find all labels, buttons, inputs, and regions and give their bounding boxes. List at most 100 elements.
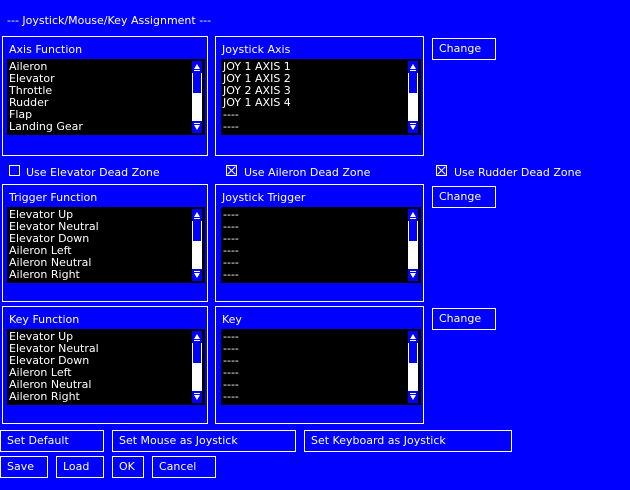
joystick-trigger-item[interactable]: ----	[223, 221, 405, 233]
scroll-up-arrow[interactable]	[192, 61, 202, 73]
joystick-axis-item[interactable]: JOY 1 AXIS 4	[223, 97, 405, 109]
key-item[interactable]: ----	[223, 379, 405, 391]
arrow-up-base-icon	[194, 218, 200, 219]
key-item[interactable]: ----	[223, 391, 405, 403]
joystick-trigger-panel: Joystick Trigger ---- ---- ---- ---- ---- ---…	[215, 184, 424, 302]
trigger-function-scrollbar[interactable]	[192, 209, 202, 281]
arrow-down-icon	[194, 395, 200, 400]
axis-function-scrollbar[interactable]	[192, 61, 202, 133]
scroll-up-arrow[interactable]	[192, 209, 202, 221]
scroll-down-arrow[interactable]	[192, 269, 202, 281]
arrow-down-icon	[410, 125, 416, 130]
arrow-up-base-icon	[410, 340, 416, 341]
arrow-down-icon	[410, 273, 416, 278]
axis-function-panel: Axis Function Aileron Elevator Throttle Rud…	[2, 36, 208, 156]
arrow-down-icon	[194, 125, 200, 130]
rudder-deadzone-checkbox[interactable]	[436, 165, 447, 176]
scroll-thumb[interactable]	[409, 221, 417, 241]
load-button[interactable]: Load	[56, 456, 104, 478]
axis-function-item[interactable]: Rudder	[9, 97, 189, 109]
trigger-change-button[interactable]: Change	[432, 186, 496, 208]
arrow-down-base-icon	[410, 271, 416, 272]
trigger-function-panel: Trigger Function Elevator Up Elevator Neu…	[2, 184, 208, 302]
scroll-up-arrow[interactable]	[192, 331, 202, 343]
set-default-button[interactable]: Set Default	[0, 430, 104, 452]
arrow-down-base-icon	[194, 271, 200, 272]
arrow-up-icon	[194, 334, 200, 339]
key-function-panel: Key Function Elevator Up Elevator Neutral…	[2, 306, 208, 424]
scroll-thumb[interactable]	[193, 343, 201, 363]
key-function-item[interactable]: Aileron Right	[9, 391, 189, 403]
set-keyboard-joystick-button[interactable]: Set Keyboard as Joystick	[304, 430, 512, 452]
joystick-trigger-item[interactable]: ----	[223, 245, 405, 257]
cancel-button[interactable]: Cancel	[152, 456, 216, 478]
scroll-down-arrow[interactable]	[408, 121, 418, 133]
key-function-label: Key Function	[9, 313, 80, 326]
scroll-thumb[interactable]	[409, 343, 417, 363]
joystick-axis-list[interactable]: JOY 1 AXIS 1 JOY 1 AXIS 2 JOY 2 AXIS 3 JOY …	[221, 59, 421, 135]
scroll-thumb[interactable]	[409, 73, 417, 93]
aileron-deadzone-label: Use Aileron Dead Zone	[244, 166, 371, 179]
elevator-deadzone-checkbox[interactable]	[9, 165, 20, 176]
key-label: Key	[222, 313, 242, 326]
key-function-scrollbar[interactable]	[192, 331, 202, 403]
key-function-list[interactable]: Elevator Up Elevator Neutral Elevator Down…	[7, 329, 205, 405]
joystick-axis-scrollbar[interactable]	[408, 61, 418, 133]
scroll-up-arrow[interactable]	[408, 61, 418, 73]
joystick-trigger-scrollbar[interactable]	[408, 209, 418, 281]
key-item[interactable]: ----	[223, 367, 405, 379]
trigger-function-label: Trigger Function	[9, 191, 98, 204]
joystick-axis-label: Joystick Axis	[222, 43, 291, 56]
ok-button[interactable]: OK	[112, 456, 144, 478]
aileron-deadzone-checkbox[interactable]	[226, 165, 237, 176]
elevator-deadzone-label: Use Elevator Dead Zone	[26, 166, 160, 179]
joystick-trigger-item[interactable]: ----	[223, 233, 405, 245]
trigger-function-list[interactable]: Elevator Up Elevator Neutral Elevator Down…	[7, 207, 205, 283]
key-item[interactable]: ----	[223, 355, 405, 367]
key-list[interactable]: ---- ---- ---- ---- ---- ----	[221, 329, 421, 405]
joystick-axis-item[interactable]: ----	[223, 121, 405, 133]
arrow-up-base-icon	[194, 340, 200, 341]
scroll-up-arrow[interactable]	[408, 331, 418, 343]
key-panel: Key ---- ---- ---- ---- ---- ----	[215, 306, 424, 424]
joystick-trigger-item[interactable]: ----	[223, 209, 405, 221]
key-change-button[interactable]: Change	[432, 308, 496, 330]
scroll-down-arrow[interactable]	[192, 391, 202, 403]
assignment-dialog: --- Joystick/Mouse/Key Assignment --- Ax…	[0, 0, 630, 490]
arrow-up-base-icon	[410, 70, 416, 71]
save-button[interactable]: Save	[0, 456, 48, 478]
scroll-down-arrow[interactable]	[408, 269, 418, 281]
arrow-up-icon	[194, 64, 200, 69]
scroll-up-arrow[interactable]	[408, 209, 418, 221]
dialog-title: --- Joystick/Mouse/Key Assignment ---	[7, 14, 212, 27]
trigger-function-item[interactable]: Aileron Right	[9, 269, 189, 281]
set-mouse-joystick-button[interactable]: Set Mouse as Joystick	[112, 430, 296, 452]
arrow-down-base-icon	[410, 393, 416, 394]
rudder-deadzone-label: Use Rudder Dead Zone	[454, 166, 582, 179]
axis-change-button[interactable]: Change	[432, 38, 496, 60]
axis-function-item[interactable]: Landing Gear	[9, 121, 189, 133]
arrow-up-icon	[410, 334, 416, 339]
arrow-up-base-icon	[194, 70, 200, 71]
scroll-down-arrow[interactable]	[408, 391, 418, 403]
key-scrollbar[interactable]	[408, 331, 418, 403]
joystick-axis-item[interactable]: ----	[223, 109, 405, 121]
arrow-down-icon	[194, 273, 200, 278]
joystick-axis-panel: Joystick Axis JOY 1 AXIS 1 JOY 1 AXIS 2 JO…	[215, 36, 424, 156]
scroll-thumb[interactable]	[193, 73, 201, 93]
key-item[interactable]: ----	[223, 331, 405, 343]
arrow-up-icon	[410, 64, 416, 69]
joystick-trigger-label: Joystick Trigger	[222, 191, 306, 204]
joystick-trigger-list[interactable]: ---- ---- ---- ---- ---- ----	[221, 207, 421, 283]
arrow-up-icon	[410, 212, 416, 217]
axis-function-list[interactable]: Aileron Elevator Throttle Rudder Flap Landing…	[7, 59, 205, 135]
axis-function-label: Axis Function	[9, 43, 83, 56]
joystick-trigger-item[interactable]: ----	[223, 257, 405, 269]
arrow-down-base-icon	[410, 123, 416, 124]
arrow-up-icon	[194, 212, 200, 217]
joystick-trigger-item[interactable]: ----	[223, 269, 405, 281]
scroll-down-arrow[interactable]	[192, 121, 202, 133]
arrow-down-base-icon	[194, 393, 200, 394]
key-item[interactable]: ----	[223, 343, 405, 355]
scroll-thumb[interactable]	[193, 221, 201, 241]
